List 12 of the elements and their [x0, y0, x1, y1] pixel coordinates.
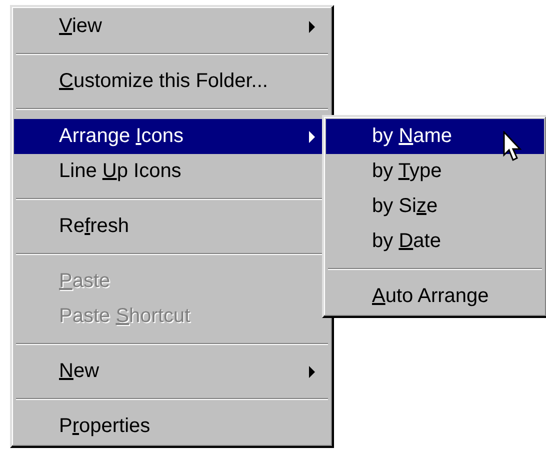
- submenu-arrow-icon: [308, 20, 316, 34]
- menu-item[interactable]: Auto Arrange: [326, 279, 544, 314]
- menu-item[interactable]: by Name: [326, 119, 544, 154]
- menu-item[interactable]: by Size: [326, 189, 544, 224]
- menu-item[interactable]: by Date: [326, 224, 544, 259]
- menu-item[interactable]: View: [14, 9, 330, 44]
- menu-item[interactable]: New: [14, 354, 330, 389]
- menu-item[interactable]: Customize this Folder...: [14, 64, 330, 99]
- submenu-arrow-icon: [308, 130, 316, 144]
- menu-item[interactable]: Properties: [14, 409, 330, 444]
- submenu-arrow-icon: [308, 364, 316, 378]
- menu-item[interactable]: by Type: [326, 154, 544, 189]
